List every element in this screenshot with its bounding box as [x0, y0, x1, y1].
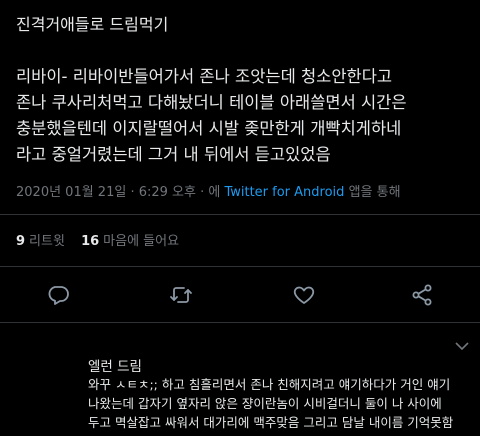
likes-label: 마음에 들어요 [103, 234, 180, 249]
retweets-count: 9 [16, 234, 26, 249]
reply-line: 와꾸 ㅅㅌㅊ;; 하고 침흘리면서 존나 친해지려고 얘기하다가 거인 얘기 [88, 377, 451, 392]
tweet-meta: 2020년 01월 21일 · 6:29 오후 · 에 Twitter for … [16, 181, 401, 200]
tweet-date: 2020년 01월 21일 · 6:29 오후 · 에 [16, 185, 221, 200]
tweet-stats: 9 리트윗 16 마음에 들어요 [16, 230, 191, 249]
tweet-line: 존나 쿠사리처먹고 다해놨더니 테이블 아래쓸면서 시간은 [16, 93, 407, 112]
tweet-line: 충분했을텐데 이지랄떨어서 시발 좆만한게 개빡치게하네 [16, 119, 402, 138]
reply-line: 두고 멱살잡고 싸워서 대가리에 맥주맞음 그리고 담날 내이름 기억못함 [88, 415, 454, 430]
divider [0, 266, 480, 267]
tweet-actions [0, 272, 480, 316]
tweet-body: 리바이- 리바이반들어가서 존나 조앗는데 청소안한다고 존나 쿠사리처먹고 다… [16, 64, 476, 168]
retweet-icon [170, 287, 192, 303]
share-button[interactable] [407, 280, 437, 310]
divider [0, 322, 480, 323]
retweets-stat[interactable]: 9 리트윗 [16, 234, 65, 249]
reply-author-name[interactable]: 엘런 드림 [88, 355, 142, 375]
retweets-label: 리트윗 [29, 234, 65, 249]
tweet-line: 라고 중얼거렸는데 그거 내 뒤에서 듣고있었음 [16, 145, 331, 164]
tweet-client-link[interactable]: Twitter for Android [224, 185, 344, 200]
reply-icon [48, 286, 69, 305]
tweet-line: 리바이- 리바이반들어가서 존나 조앗는데 청소안한다고 [16, 67, 393, 86]
retweet-button[interactable] [166, 280, 196, 310]
reply-button[interactable] [43, 280, 73, 310]
reply-line: 나왔는데 갑자기 옆자리 앉은 쟝이란놈이 시비걸더니 둘이 나 사이에 [88, 396, 442, 411]
reply-text: 와꾸 ㅅㅌㅊ;; 하고 침흘리면서 존나 친해지려고 얘기하다가 거인 얘기 나… [88, 375, 478, 432]
tweet-via: 앱을 통해 [348, 185, 401, 200]
likes-stat[interactable]: 16 마음에 들어요 [81, 234, 179, 249]
share-icon [412, 284, 432, 306]
heart-icon [293, 286, 315, 304]
tweet-header-text: 진격거애들로 드림먹기 [16, 15, 169, 34]
likes-count: 16 [81, 234, 100, 249]
divider [0, 214, 480, 215]
chevron-down-icon[interactable] [452, 338, 472, 354]
like-button[interactable] [289, 280, 319, 310]
avatar[interactable] [14, 350, 74, 410]
